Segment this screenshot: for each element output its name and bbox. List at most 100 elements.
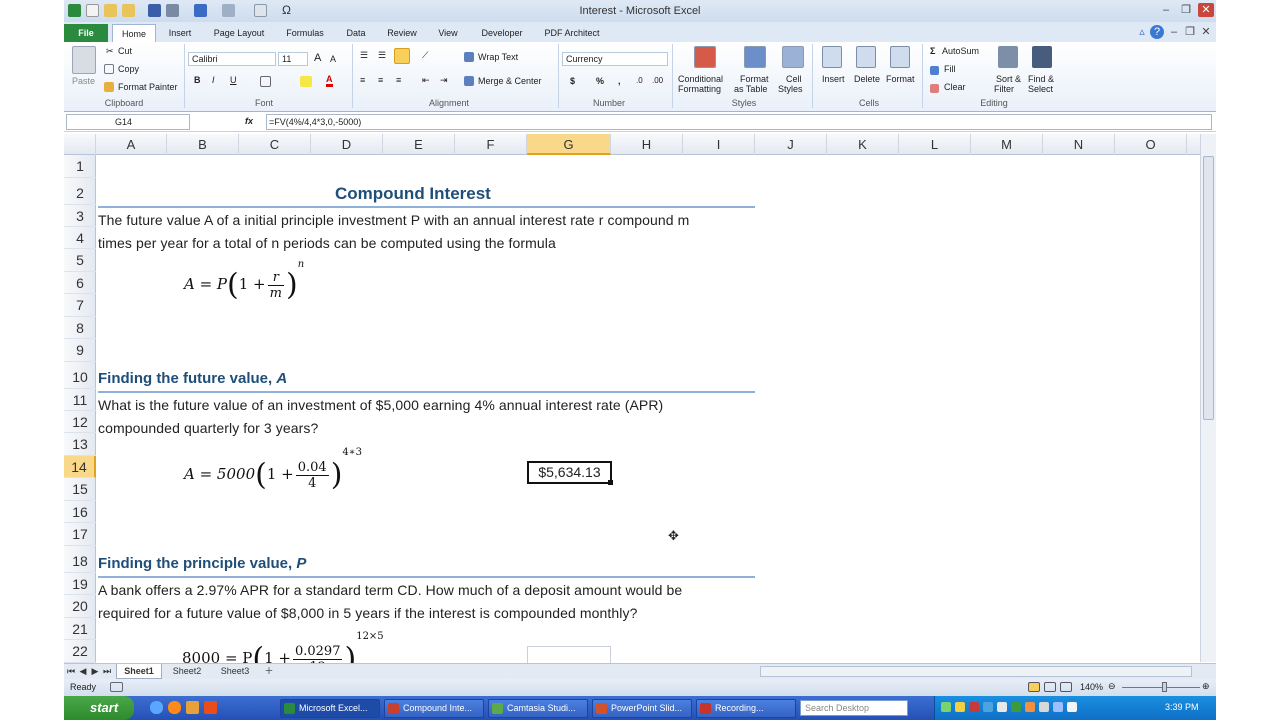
tab-page-layout[interactable]: Page Layout xyxy=(206,24,272,42)
page-layout-view-icon[interactable] xyxy=(1044,682,1056,692)
tray-icon[interactable] xyxy=(955,702,965,712)
next-sheet-icon[interactable]: ▶ xyxy=(90,664,100,679)
ie-icon[interactable] xyxy=(150,701,163,714)
tray-icon[interactable] xyxy=(941,702,951,712)
task-compound[interactable]: Compound Inte... xyxy=(384,699,484,718)
format-as-table-icon[interactable] xyxy=(744,46,766,68)
copy-icon[interactable] xyxy=(104,64,114,74)
start-button[interactable]: start xyxy=(64,696,134,720)
align-center-icon[interactable]: ≡ xyxy=(378,75,383,85)
prev-sheet-icon[interactable]: ◀ xyxy=(78,664,88,679)
insert-cells-button[interactable]: Insert xyxy=(822,74,845,84)
conditional-formatting-label-1[interactable]: Conditional xyxy=(678,74,723,84)
font-size-combo[interactable]: 11 xyxy=(278,52,308,66)
first-sheet-icon[interactable]: ⏮ xyxy=(66,664,76,679)
normal-view-icon[interactable] xyxy=(1028,682,1040,692)
wrap-text-button[interactable]: Wrap Text xyxy=(478,52,518,62)
find-select-label-2[interactable]: Select xyxy=(1028,84,1053,94)
align-left-icon[interactable]: ≡ xyxy=(360,75,365,85)
firefox-icon[interactable] xyxy=(168,701,181,714)
row-header[interactable]: 13 xyxy=(64,433,96,456)
row-header[interactable]: 1 xyxy=(64,155,96,178)
name-box[interactable]: G14 xyxy=(66,114,190,130)
sheet-tab[interactable]: Sheet2 xyxy=(164,664,210,679)
last-sheet-icon[interactable]: ⏭ xyxy=(102,664,112,679)
binoculars-icon[interactable] xyxy=(1032,46,1052,68)
scroll-thumb[interactable] xyxy=(1203,156,1214,420)
delete-cells-button[interactable]: Delete xyxy=(854,74,880,84)
borders-icon[interactable] xyxy=(260,76,271,87)
tab-view[interactable]: View xyxy=(430,24,466,42)
increase-decimal-icon[interactable]: .0 xyxy=(636,76,643,85)
sort-filter-label-1[interactable]: Sort & xyxy=(996,74,1021,84)
network-icon[interactable] xyxy=(1053,702,1063,712)
merge-icon[interactable] xyxy=(464,76,474,86)
column-header[interactable]: L xyxy=(899,134,971,155)
row-header[interactable]: 8 xyxy=(64,317,96,339)
cell-styles-label-1[interactable]: Cell xyxy=(786,74,802,84)
decrease-indent-icon[interactable]: ⇤ xyxy=(422,75,430,86)
format-cells-button[interactable]: Format xyxy=(886,74,915,84)
align-top-icon[interactable]: ☰ xyxy=(360,50,368,61)
insert-cells-icon[interactable] xyxy=(822,46,842,68)
tray-icon[interactable] xyxy=(1039,702,1049,712)
quicklaunch-icon[interactable] xyxy=(186,701,199,714)
column-header[interactable]: D xyxy=(311,134,383,155)
row-header-selected[interactable]: 14 xyxy=(64,456,96,478)
formula-input[interactable]: =FV(4%/4,4*3,0,-5000) xyxy=(266,114,1212,130)
percent-button[interactable]: % xyxy=(596,76,604,86)
sheet-tab-active[interactable]: Sheet1 xyxy=(116,664,162,679)
orientation-icon[interactable]: ⟋ xyxy=(422,50,428,61)
row-header[interactable]: 12 xyxy=(64,411,96,433)
clear-button[interactable]: Clear xyxy=(944,82,966,92)
italic-icon[interactable]: I xyxy=(212,75,215,85)
autosum-button[interactable]: AutoSum xyxy=(942,46,979,56)
tray-icon[interactable] xyxy=(1011,702,1021,712)
column-header[interactable]: C xyxy=(239,134,311,155)
row-header[interactable]: 9 xyxy=(64,339,96,362)
format-painter-button[interactable]: Format Painter xyxy=(118,82,178,92)
fill-handle[interactable] xyxy=(608,480,613,485)
zoom-slider-thumb[interactable] xyxy=(1162,682,1167,692)
page-break-view-icon[interactable] xyxy=(1060,682,1072,692)
format-as-table-label-1[interactable]: Format xyxy=(740,74,769,84)
task-powerpoint[interactable]: PowerPoint Slid... xyxy=(592,699,692,718)
selected-cell-g14[interactable]: $5,634.13 xyxy=(527,461,612,484)
restore-button[interactable]: ❐ xyxy=(1178,3,1194,17)
copy-button[interactable]: Copy xyxy=(118,64,139,74)
tray-icon[interactable] xyxy=(983,702,993,712)
wrap-text-icon[interactable] xyxy=(464,52,474,62)
format-cells-icon[interactable] xyxy=(890,46,910,68)
format-as-table-label-2[interactable]: as Table xyxy=(734,84,767,94)
tab-home[interactable]: Home xyxy=(112,24,156,42)
tray-icon[interactable] xyxy=(969,702,979,712)
tray-icon[interactable] xyxy=(1025,702,1035,712)
tab-review[interactable]: Review xyxy=(380,24,424,42)
row-header[interactable]: 17 xyxy=(64,523,96,546)
row-header[interactable]: 11 xyxy=(64,389,96,411)
fill-color-icon[interactable] xyxy=(300,76,312,87)
row-header[interactable]: 5 xyxy=(64,249,96,272)
cell-styles-icon[interactable] xyxy=(782,46,804,68)
find-select-label-1[interactable]: Find & xyxy=(1028,74,1054,84)
tab-data[interactable]: Data xyxy=(338,24,374,42)
shrink-font-icon[interactable]: A xyxy=(330,54,336,64)
volume-icon[interactable] xyxy=(1067,702,1077,712)
font-name-combo[interactable]: Calibri xyxy=(188,52,276,66)
decrease-decimal-icon[interactable]: .00 xyxy=(652,76,663,85)
tray-icon[interactable] xyxy=(997,702,1007,712)
align-middle-icon[interactable]: ☰ xyxy=(378,50,386,61)
answer-cell[interactable] xyxy=(527,646,611,663)
doc-minimize-button[interactable]: – xyxy=(1166,25,1182,39)
number-format-combo[interactable]: Currency xyxy=(562,52,668,66)
select-all-corner[interactable] xyxy=(64,134,96,155)
column-header[interactable]: J xyxy=(755,134,827,155)
row-header[interactable]: 19 xyxy=(64,573,96,595)
fill-button[interactable]: Fill xyxy=(944,64,956,74)
format-painter-icon[interactable] xyxy=(104,82,114,92)
column-header[interactable]: O xyxy=(1115,134,1187,155)
paste-icon[interactable] xyxy=(72,46,96,74)
fill-icon[interactable] xyxy=(930,66,939,75)
comma-button[interactable]: , xyxy=(618,76,621,86)
delete-cells-icon[interactable] xyxy=(856,46,876,68)
